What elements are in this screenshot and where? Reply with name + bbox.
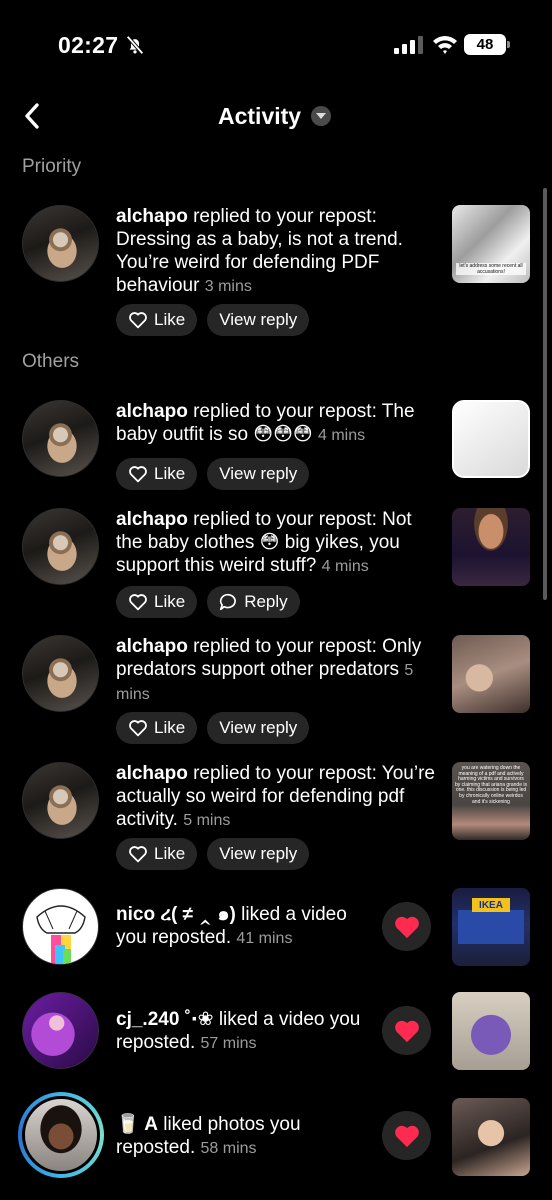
avatar[interactable] <box>22 888 99 965</box>
heart-outline-icon <box>129 312 147 329</box>
heart-filled-icon <box>394 1020 419 1042</box>
view-reply-button[interactable]: View reply <box>207 458 310 490</box>
section-priority: Priority <box>22 156 82 177</box>
like-button[interactable]: Like <box>116 458 198 490</box>
scrollbar[interactable] <box>543 188 547 600</box>
avatar[interactable] <box>22 508 99 585</box>
heart-outline-icon <box>129 466 147 483</box>
liked-heart-button[interactable] <box>382 1006 431 1055</box>
repost-thumbnail[interactable] <box>452 635 530 713</box>
avatar[interactable] <box>22 400 99 477</box>
status-time: 02:27 <box>58 32 119 58</box>
like-button[interactable]: Like <box>116 586 198 618</box>
notification-text: alchapo replied to your repost: The baby… <box>116 401 415 445</box>
back-button[interactable] <box>18 100 46 132</box>
repost-thumbnail[interactable] <box>452 992 530 1070</box>
avatar[interactable] <box>22 635 99 712</box>
repost-thumbnail[interactable] <box>452 400 530 478</box>
reply-button[interactable]: Reply <box>207 586 300 618</box>
like-button[interactable]: Like <box>116 304 198 336</box>
avatar[interactable] <box>22 205 99 282</box>
like-button[interactable]: Like <box>116 838 198 870</box>
avatar[interactable] <box>22 992 99 1069</box>
notification-text: cj_.240 ˚‧❀ liked a video you reposted. … <box>116 1009 361 1053</box>
cellular-signal-icon <box>394 36 423 54</box>
drawing-avatar-icon <box>36 905 86 964</box>
notification-text: nico ረ( ≠ ‸ ๑) liked a video you reposte… <box>116 904 347 948</box>
view-reply-button[interactable]: View reply <box>207 838 310 870</box>
heart-outline-icon <box>129 720 147 737</box>
heart-outline-icon <box>129 846 147 863</box>
heart-outline-icon <box>129 594 147 611</box>
avatar[interactable] <box>22 762 99 839</box>
view-reply-button[interactable]: View reply <box>207 712 310 744</box>
avatar <box>22 1096 100 1174</box>
liked-heart-button[interactable] <box>382 902 431 951</box>
notification-text: 🥛 A liked photos you reposted. 58 mins <box>116 1114 301 1158</box>
heart-filled-icon <box>394 1125 419 1147</box>
status-bar: 02:27 48 <box>0 0 552 92</box>
liked-heart-button[interactable] <box>382 1111 431 1160</box>
page-title: Activity <box>218 102 302 129</box>
notification-text: alchapo replied to your repost: Only pre… <box>116 636 422 703</box>
repost-thumbnail[interactable] <box>452 508 530 586</box>
repost-thumbnail[interactable] <box>452 1098 530 1176</box>
repost-thumbnail[interactable]: you are watering down the meaning of a p… <box>452 762 530 840</box>
chevron-down-icon <box>311 106 332 126</box>
bell-off-icon <box>126 35 144 55</box>
avatar-story-ring[interactable] <box>18 1092 104 1178</box>
notification-text: alchapo replied to your repost: Dressing… <box>116 206 403 296</box>
heart-filled-icon <box>394 916 419 938</box>
chevron-left-icon <box>25 103 39 129</box>
battery-indicator: 48 <box>464 34 510 55</box>
section-others: Others <box>22 351 80 372</box>
repost-thumbnail[interactable]: let's address some recent all accusation… <box>452 205 530 283</box>
repost-thumbnail[interactable]: IKEA <box>452 888 530 966</box>
comment-bubble-icon <box>220 593 237 611</box>
wifi-icon <box>433 36 457 54</box>
notification-text: alchapo replied to your repost: You’re a… <box>116 763 435 830</box>
notification-text: alchapo replied to your repost: Not the … <box>116 509 412 576</box>
like-button[interactable]: Like <box>116 712 198 744</box>
activity-filter-toggle[interactable]: Activity <box>218 100 332 132</box>
view-reply-button[interactable]: View reply <box>207 304 310 336</box>
